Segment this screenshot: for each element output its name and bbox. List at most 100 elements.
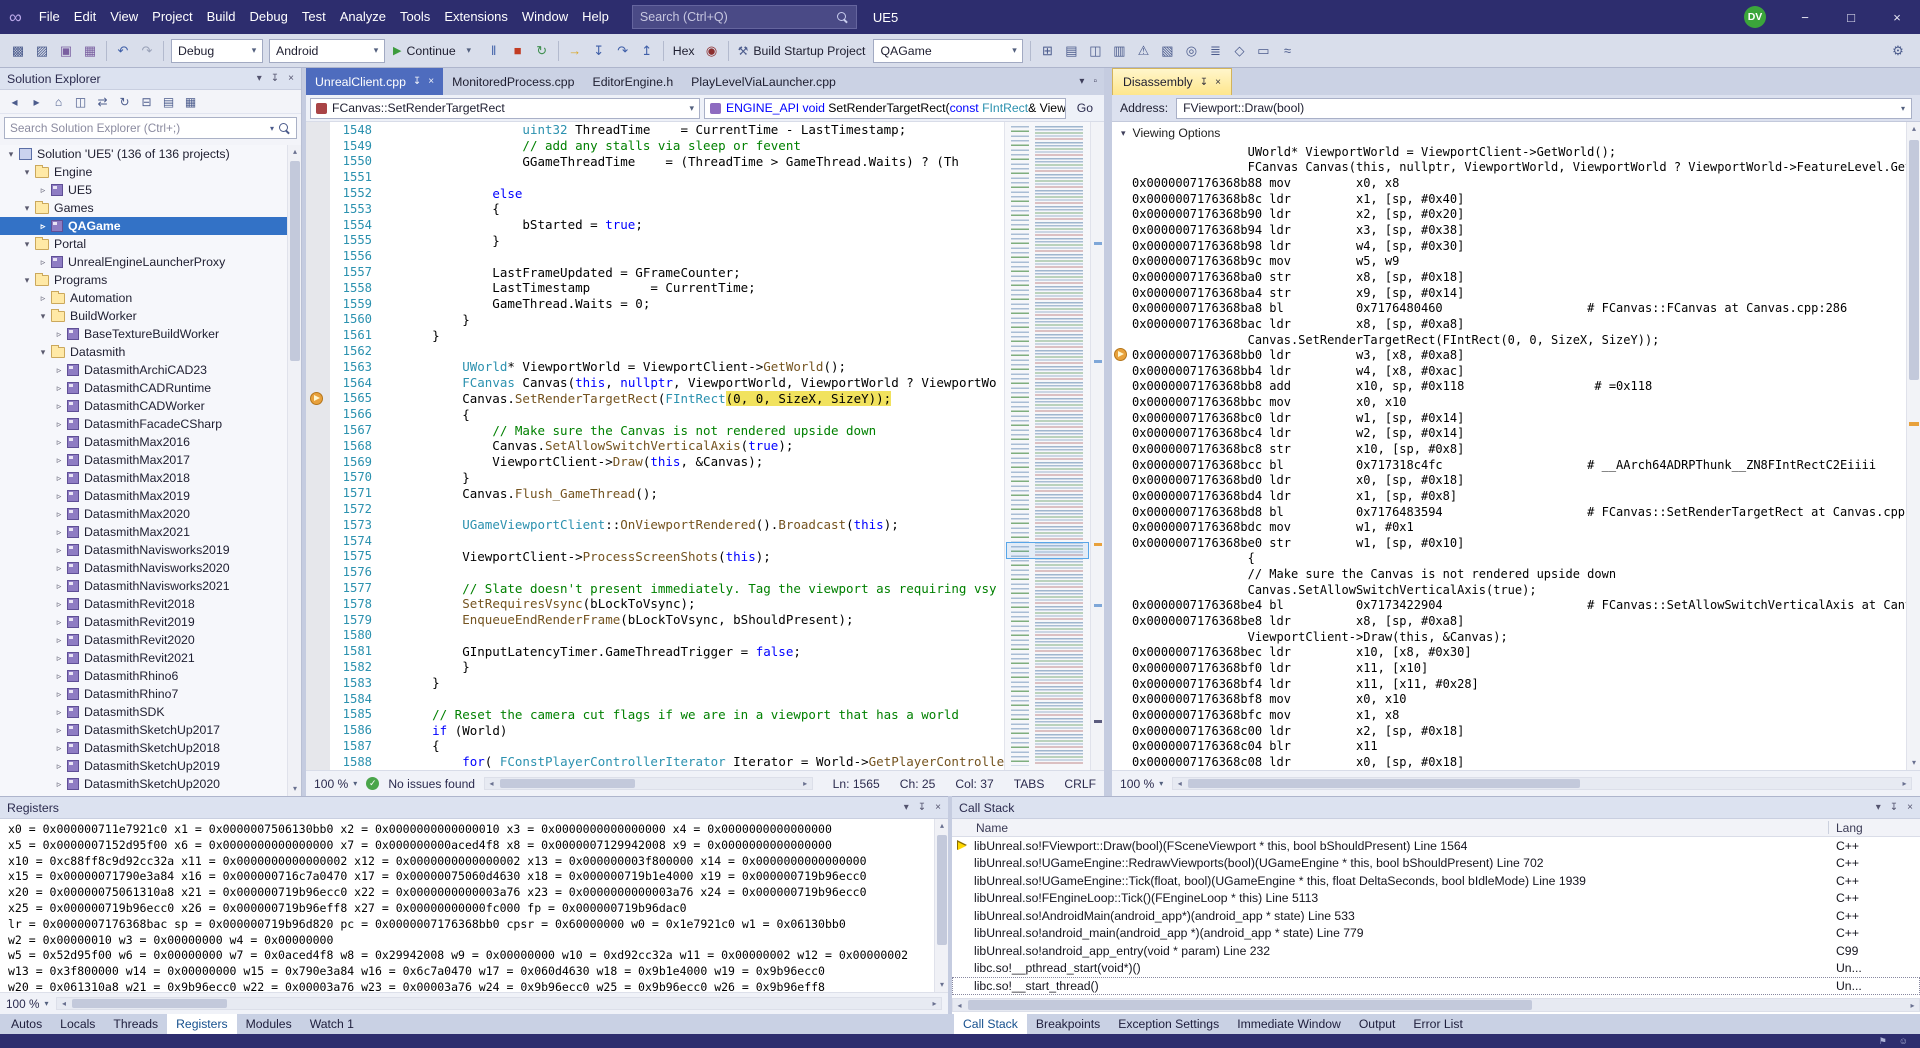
column-divider[interactable] (1828, 821, 1829, 834)
code-line[interactable]: 1588 for( FConstPlayerControllerIterator… (306, 754, 1104, 770)
tree-item-datasmithmax2017[interactable]: ▹DatasmithMax2017 (0, 451, 301, 469)
disassembly-margin[interactable] (1112, 488, 1132, 504)
expand-arrow-icon[interactable]: ▹ (52, 419, 66, 430)
expand-arrow-icon[interactable]: ▹ (52, 527, 66, 538)
feedback-icon[interactable]: ☺ (1899, 1036, 1908, 1046)
disassembly-margin[interactable] (1112, 691, 1132, 707)
disassembly-instruction-line[interactable]: 0x0000007176368bf8 mov x0, x10 (1112, 691, 1906, 707)
menu-window[interactable]: Window (515, 0, 575, 34)
open-file-icon[interactable]: ▨ (30, 39, 54, 63)
breakpoint-margin[interactable] (306, 422, 330, 438)
breakpoint-margin[interactable] (306, 549, 330, 565)
menu-file[interactable]: File (32, 0, 67, 34)
tree-item-datasmithsketchup2020[interactable]: ▹DatasmithSketchUp2020 (0, 775, 301, 793)
disassembly-instruction-line[interactable]: 0x0000007176368bfc mov x1, x8 (1112, 707, 1906, 723)
code-editor[interactable]: 1548 uint32 ThreadTime = CurrentTime - L… (306, 122, 1104, 770)
collapse-arrow-icon[interactable]: ▾ (20, 275, 34, 286)
breakpoint-margin[interactable] (306, 248, 330, 264)
disassembly-instruction-line[interactable]: 0x0000007176368be8 ldr x8, [sp, #0xa8] (1112, 613, 1906, 629)
code-line[interactable]: 1582 } (306, 659, 1104, 675)
expand-arrow-icon[interactable]: ▹ (52, 779, 66, 790)
disassembly-instruction-line[interactable]: 0x0000007176368bec ldr x10, [x8, #0x30] (1112, 645, 1906, 661)
menu-help[interactable]: Help (575, 0, 616, 34)
scrollbar-thumb[interactable] (500, 779, 635, 788)
disassembly-margin[interactable] (1112, 551, 1132, 567)
code-line[interactable]: 1556 (306, 248, 1104, 264)
line-ending-indicator[interactable]: CRLF (1064, 777, 1096, 791)
menu-extensions[interactable]: Extensions (437, 0, 515, 34)
breakpoint-margin[interactable] (306, 533, 330, 549)
collapse-arrow-icon[interactable]: ▾ (20, 203, 34, 214)
scroll-left-icon[interactable]: ◂ (953, 1001, 966, 1010)
expand-arrow-icon[interactable]: ▹ (52, 617, 66, 628)
disassembly-instruction-line[interactable]: 0x0000007176368bd8 bl 0x7176483594 # FCa… (1112, 504, 1906, 520)
code-line[interactable]: 1569 ViewportClient->Draw(this, &Canvas)… (306, 454, 1104, 470)
breakpoint-margin[interactable] (306, 691, 330, 707)
tree-item-basetexturebuildworker[interactable]: ▹BaseTextureBuildWorker (0, 325, 301, 343)
tool-tab-autos[interactable]: Autos (2, 1014, 51, 1034)
disassembly-instruction-line[interactable]: 0x0000007176368be0 str w1, [sp, #0x10] (1112, 535, 1906, 551)
editor-zoom-dropdown[interactable]: 100 %▾ (314, 777, 357, 791)
disassembly-scrollbar[interactable]: ▴ ▾ (1906, 122, 1920, 770)
disassembly-margin[interactable] (1112, 598, 1132, 614)
pin-icon[interactable]: ↧ (1890, 802, 1898, 813)
breakpoint-margin[interactable] (306, 580, 330, 596)
tree-item-datasmithmax2021[interactable]: ▹DatasmithMax2021 (0, 523, 301, 541)
team-explorer-icon[interactable]: ◫ (1083, 39, 1107, 63)
tree-item-datasmithrevit2020[interactable]: ▹DatasmithRevit2020 (0, 631, 301, 649)
solution-configurations-dropdown[interactable]: Debug▾ (171, 39, 263, 63)
scrollbar-track[interactable] (1186, 778, 1898, 789)
expand-arrow-icon[interactable]: ▹ (52, 437, 66, 448)
tree-item-datasmithmax2020[interactable]: ▹DatasmithMax2020 (0, 505, 301, 523)
collapse-all-icon[interactable]: ⊟ (136, 92, 157, 112)
code-line[interactable]: 1564 FCanvas Canvas(this, nullptr, Viewp… (306, 375, 1104, 391)
call-stack-frame[interactable]: libc.so!__pthread_start(void*)()Un... (952, 960, 1920, 978)
code-line[interactable]: 1559 GameThread.Waits = 0; (306, 296, 1104, 312)
code-line[interactable]: 1561 } (306, 327, 1104, 343)
watch-window-icon[interactable]: ◇ (1227, 39, 1251, 63)
code-line[interactable]: 1567 // Make sure the Canvas is not rend… (306, 422, 1104, 438)
code-line[interactable]: 1555 } (306, 233, 1104, 249)
expand-arrow-icon[interactable]: ▹ (52, 365, 66, 376)
scroll-right-icon[interactable]: ▸ (1906, 1001, 1919, 1010)
code-line[interactable]: 1568 Canvas.SetAllowSwitchVerticalAxis(t… (306, 438, 1104, 454)
call-stack-frame[interactable]: libUnreal.so!FEngineLoop::Tick()(FEngine… (952, 890, 1920, 908)
show-next-statement-icon[interactable]: → (563, 39, 587, 63)
solution-explorer-scrollbar[interactable]: ▴ ▾ (287, 145, 301, 796)
close-button[interactable]: × (1874, 0, 1920, 34)
disassembly-instruction-line[interactable]: 0x0000007176368ba8 bl 0x7176480460 # FCa… (1112, 300, 1906, 316)
menu-edit[interactable]: Edit (67, 0, 103, 34)
expand-arrow-icon[interactable]: ▹ (36, 221, 50, 232)
call-stack-frame[interactable]: libUnreal.so!android_app_entry(void * pa… (952, 942, 1920, 960)
disassembly-margin[interactable] (1112, 535, 1132, 551)
expand-arrow-icon[interactable]: ▹ (52, 509, 66, 520)
code-line[interactable]: 1557 LastFrameUpdated = GFrameCounter; (306, 264, 1104, 280)
breakpoint-margin[interactable] (306, 343, 330, 359)
disassembly-instruction-line[interactable]: 0x0000007176368bac ldr x8, [sp, #0xa8] (1112, 316, 1906, 332)
disassembly-source-line[interactable]: // Make sure the Canvas is not rendered … (1112, 566, 1906, 582)
name-column-header[interactable]: Name (976, 821, 1008, 835)
customize-toolbar-icon[interactable]: ⚙ (1886, 39, 1910, 63)
code-line[interactable]: 1578 SetRequiresVsync(bLockToVsync); (306, 596, 1104, 612)
breakpoint-margin[interactable] (306, 454, 330, 470)
continue-button[interactable]: ▶Continue▾ (388, 39, 482, 63)
disassembly-instruction-line[interactable]: 0x0000007176368c04 blr x11 (1112, 738, 1906, 754)
scrollbar-thumb[interactable] (1188, 779, 1579, 788)
disassembly-instruction-line[interactable]: 0x0000007176368ba0 str x8, [sp, #0x18] (1112, 269, 1906, 285)
disassembly-margin[interactable] (1112, 441, 1132, 457)
output-window-icon[interactable]: ▧ (1155, 39, 1179, 63)
breakpoint-margin[interactable] (306, 359, 330, 375)
expand-arrow-icon[interactable]: ▹ (36, 185, 50, 196)
breakpoint-margin[interactable] (306, 280, 330, 296)
disassembly-margin[interactable] (1112, 645, 1132, 661)
scrollbar-track[interactable] (70, 998, 928, 1009)
tree-item-solution-ue5-136-of-136-projects[interactable]: ▾Solution 'UE5' (136 of 136 projects) (0, 145, 301, 163)
breakpoint-margin[interactable] (306, 406, 330, 422)
disassembly-margin[interactable] (1112, 660, 1132, 676)
expand-arrow-icon[interactable]: ▹ (52, 473, 66, 484)
disassembly-margin[interactable] (1112, 707, 1132, 723)
parallel-stacks-icon[interactable]: ≈ (1275, 39, 1299, 63)
step-out-icon[interactable]: ↥ (635, 39, 659, 63)
disassembly-margin[interactable] (1112, 723, 1132, 739)
disassembly-margin[interactable] (1112, 347, 1132, 363)
